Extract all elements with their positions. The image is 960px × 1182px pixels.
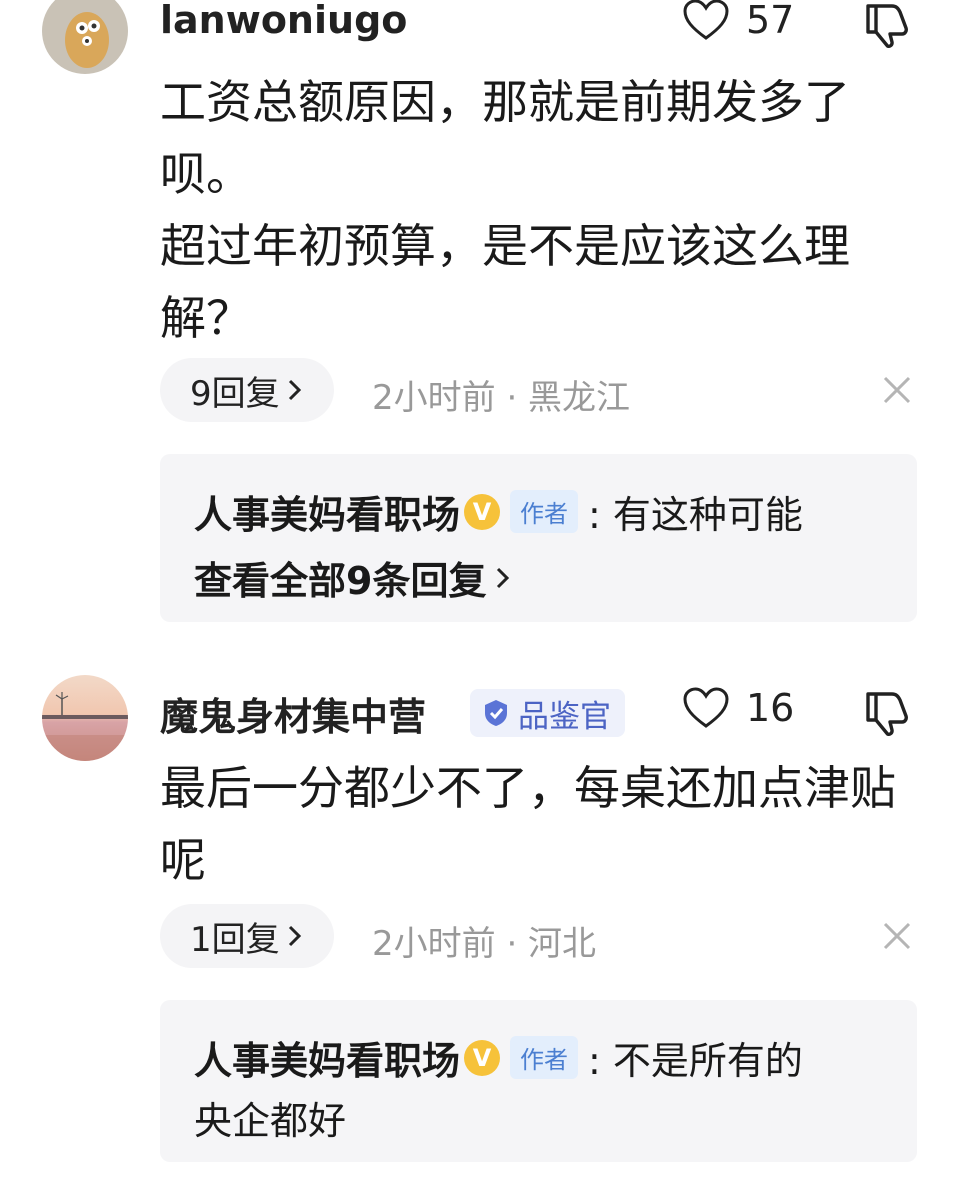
reply-row: 人事美妈看职场 V 作者 : 不是所有的 <box>194 1030 803 1085</box>
close-icon[interactable] <box>880 373 914 407</box>
user-avatar[interactable] <box>42 675 128 761</box>
user-avatar[interactable] <box>42 0 128 74</box>
reply-author[interactable]: 人事美妈看职场 <box>194 1030 460 1085</box>
replies-button[interactable]: 1回复 <box>160 904 334 968</box>
close-icon[interactable] <box>880 919 914 953</box>
heart-icon <box>683 0 729 40</box>
comment-list: lanwoniugo 57 工资总额原因，那就是前期发多了呗。 超过年初预算，是… <box>0 0 960 1182</box>
reply-row: 人事美妈看职场 V 作者 : 有这种可能 <box>194 484 803 539</box>
comment-line: 超过年初预算，是不是应该这么理解？ <box>160 219 850 345</box>
reply-text: 央企都好 <box>194 1099 347 1143</box>
reply-author[interactable]: 人事美妈看职场 <box>194 484 460 539</box>
chevron-right-icon <box>288 925 301 947</box>
reviewer-badge-label: 品鉴官 <box>518 698 611 735</box>
comment-username[interactable]: lanwoniugo <box>160 0 407 42</box>
comment-meta: 2小时前 · 黑龙江 <box>372 378 631 418</box>
chevron-right-icon <box>288 379 301 401</box>
reply-text: : 有这种可能 <box>588 493 803 537</box>
like-count: 16 <box>746 686 795 730</box>
heart-icon <box>683 687 729 728</box>
verified-badge-icon: V <box>464 493 501 530</box>
replies-label: 9回复 <box>190 373 280 414</box>
dislike-icon[interactable] <box>862 688 912 738</box>
comment-content: 最后一分都少不了，每桌还加点津贴呢 <box>160 752 900 896</box>
like-count: 57 <box>746 0 795 42</box>
view-all-label: 查看全部9条回复 <box>194 559 487 603</box>
comment-meta: 2小时前 · 河北 <box>372 924 597 964</box>
author-tag: 作者 <box>510 1036 579 1079</box>
replies-label: 1回复 <box>190 919 280 960</box>
reply-text: : 不是所有的 <box>588 1039 803 1083</box>
chevron-right-icon <box>497 567 510 588</box>
reply-preview[interactable]: 人事美妈看职场 V 作者 : 有这种可能 查看全部9条回复 <box>160 454 917 622</box>
verified-badge-icon: V <box>464 1039 501 1076</box>
dislike-icon[interactable] <box>862 0 912 50</box>
like-button[interactable]: 16 <box>682 686 794 730</box>
reviewer-badge: 品鉴官 <box>470 689 625 737</box>
reply-row: 央企都好 <box>194 1090 346 1145</box>
comment-content: 工资总额原因，那就是前期发多了呗。 超过年初预算，是不是应该这么理解？ <box>160 66 900 354</box>
comment-line: 最后一分都少不了，每桌还加点津贴呢 <box>160 761 896 887</box>
reply-preview[interactable]: 人事美妈看职场 V 作者 : 不是所有的 央企都好 <box>160 1000 917 1162</box>
replies-button[interactable]: 9回复 <box>160 358 334 422</box>
comment-username[interactable]: 魔鬼身材集中营 <box>160 686 426 741</box>
comment-line: 工资总额原因，那就是前期发多了呗。 <box>160 75 850 201</box>
shield-check-icon <box>485 700 507 726</box>
author-tag: 作者 <box>510 490 579 533</box>
like-button[interactable]: 57 <box>682 0 794 42</box>
view-all-replies[interactable]: 查看全部9条回复 <box>194 550 512 605</box>
